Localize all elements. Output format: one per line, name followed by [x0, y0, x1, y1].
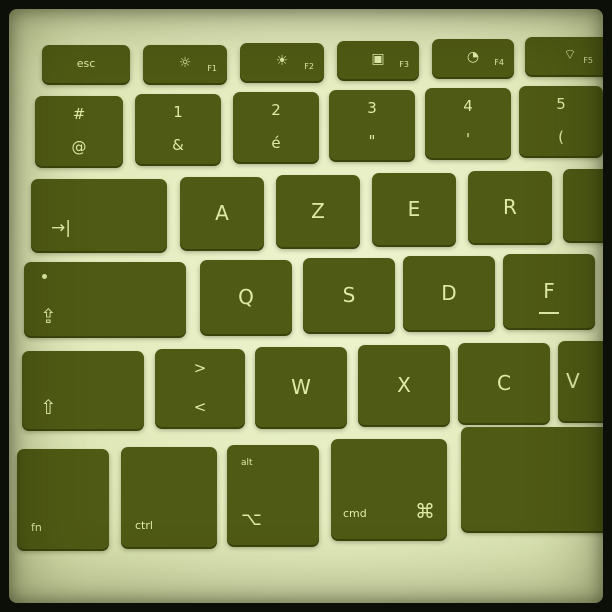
f5-label: F5	[583, 56, 593, 65]
f4-label: F4	[494, 58, 504, 67]
key-3-top: 3	[367, 98, 377, 117]
key-a-label: A	[215, 201, 229, 225]
fn-key[interactable]: fn	[17, 449, 109, 549]
esc-label: esc	[76, 57, 96, 70]
at-key-top: #	[72, 104, 86, 123]
key-s-label: S	[342, 283, 356, 307]
f3-key[interactable]: ▣ F3	[337, 41, 419, 79]
f3-label: F3	[399, 60, 409, 69]
alt-label: alt	[241, 458, 253, 468]
key-5-top: 5	[556, 94, 566, 113]
key-z-label: Z	[311, 199, 325, 223]
angle-bracket-key[interactable]: > <	[155, 349, 245, 427]
key-a[interactable]: A	[180, 177, 264, 249]
key-5[interactable]: 5 (	[519, 86, 603, 156]
fn-label: fn	[31, 521, 42, 534]
left-shift-key[interactable]: ⇧	[22, 351, 144, 429]
key-v-partial[interactable]: V	[558, 341, 603, 421]
key-c[interactable]: C	[458, 343, 550, 423]
f1-key[interactable]: ☼ F1	[143, 45, 227, 83]
key-q-label: Q	[238, 285, 254, 309]
key-v-label: V	[566, 369, 580, 393]
key-4-top: 4	[463, 96, 473, 115]
ctrl-label: ctrl	[135, 519, 153, 532]
cmd-key[interactable]: cmd ⌘	[331, 439, 447, 539]
key-f-label: F	[543, 279, 555, 303]
key-d[interactable]: D	[403, 256, 495, 330]
key-1[interactable]: 1 &	[135, 94, 221, 164]
key-w-label: W	[291, 375, 311, 399]
esc-key[interactable]: esc	[42, 45, 130, 83]
key-q[interactable]: Q	[200, 260, 292, 334]
key-f[interactable]: F	[503, 254, 595, 328]
angle-key-top: >	[193, 358, 207, 377]
key-x[interactable]: X	[358, 345, 450, 425]
key-2-bottom: é	[271, 133, 281, 152]
shift-icon: ⇧	[40, 395, 57, 419]
space-bar[interactable]	[461, 427, 603, 531]
key-x-label: X	[397, 373, 411, 397]
f2-key[interactable]: ☀ F2	[240, 43, 324, 81]
ctrl-key[interactable]: ctrl	[121, 447, 217, 547]
key-2[interactable]: 2 é	[233, 92, 319, 162]
key-e[interactable]: E	[372, 173, 456, 245]
f2-label: F2	[304, 62, 314, 71]
option-icon: ⌥	[241, 509, 262, 530]
key-4[interactable]: 4 '	[425, 88, 511, 158]
tab-key[interactable]: →|	[31, 179, 167, 251]
f1-label: F1	[207, 64, 217, 73]
caps-lock-key[interactable]: ⇪	[24, 262, 186, 336]
key-e-label: E	[407, 197, 421, 221]
f5-key[interactable]: ⌔ F5	[525, 37, 603, 75]
caps-lock-icon: ⇪	[40, 304, 57, 328]
caps-lock-indicator	[42, 274, 47, 279]
f4-key[interactable]: ◔ F4	[432, 39, 514, 77]
key-r[interactable]: R	[468, 171, 552, 243]
key-3[interactable]: 3 "	[329, 90, 415, 160]
key-1-top: 1	[173, 102, 183, 121]
angle-key-bottom: <	[193, 397, 207, 416]
command-icon: ⌘	[415, 499, 435, 523]
keyboard-photo: esc ☼ F1 ☀ F2 ▣ F3 ◔ F4 ⌔ F5 # @ 1 & 2 é…	[9, 9, 603, 603]
tab-icon: →|	[51, 218, 71, 238]
key-2-top: 2	[271, 100, 281, 119]
key-r-label: R	[503, 195, 517, 219]
key-s[interactable]: S	[303, 258, 395, 332]
key-z[interactable]: Z	[276, 175, 360, 247]
key-d-label: D	[441, 281, 457, 305]
key-c-label: C	[497, 371, 511, 395]
key-w[interactable]: W	[255, 347, 347, 427]
alt-key[interactable]: alt ⌥	[227, 445, 319, 545]
cmd-label: cmd	[343, 507, 367, 520]
key-t-partial[interactable]	[563, 169, 603, 241]
home-bump	[539, 312, 559, 314]
at-key[interactable]: # @	[35, 96, 123, 166]
at-key-bottom: @	[71, 137, 87, 156]
key-1-bottom: &	[172, 135, 184, 154]
key-4-bottom: '	[465, 129, 471, 148]
key-3-bottom: "	[368, 131, 376, 150]
key-5-bottom: (	[558, 127, 564, 146]
